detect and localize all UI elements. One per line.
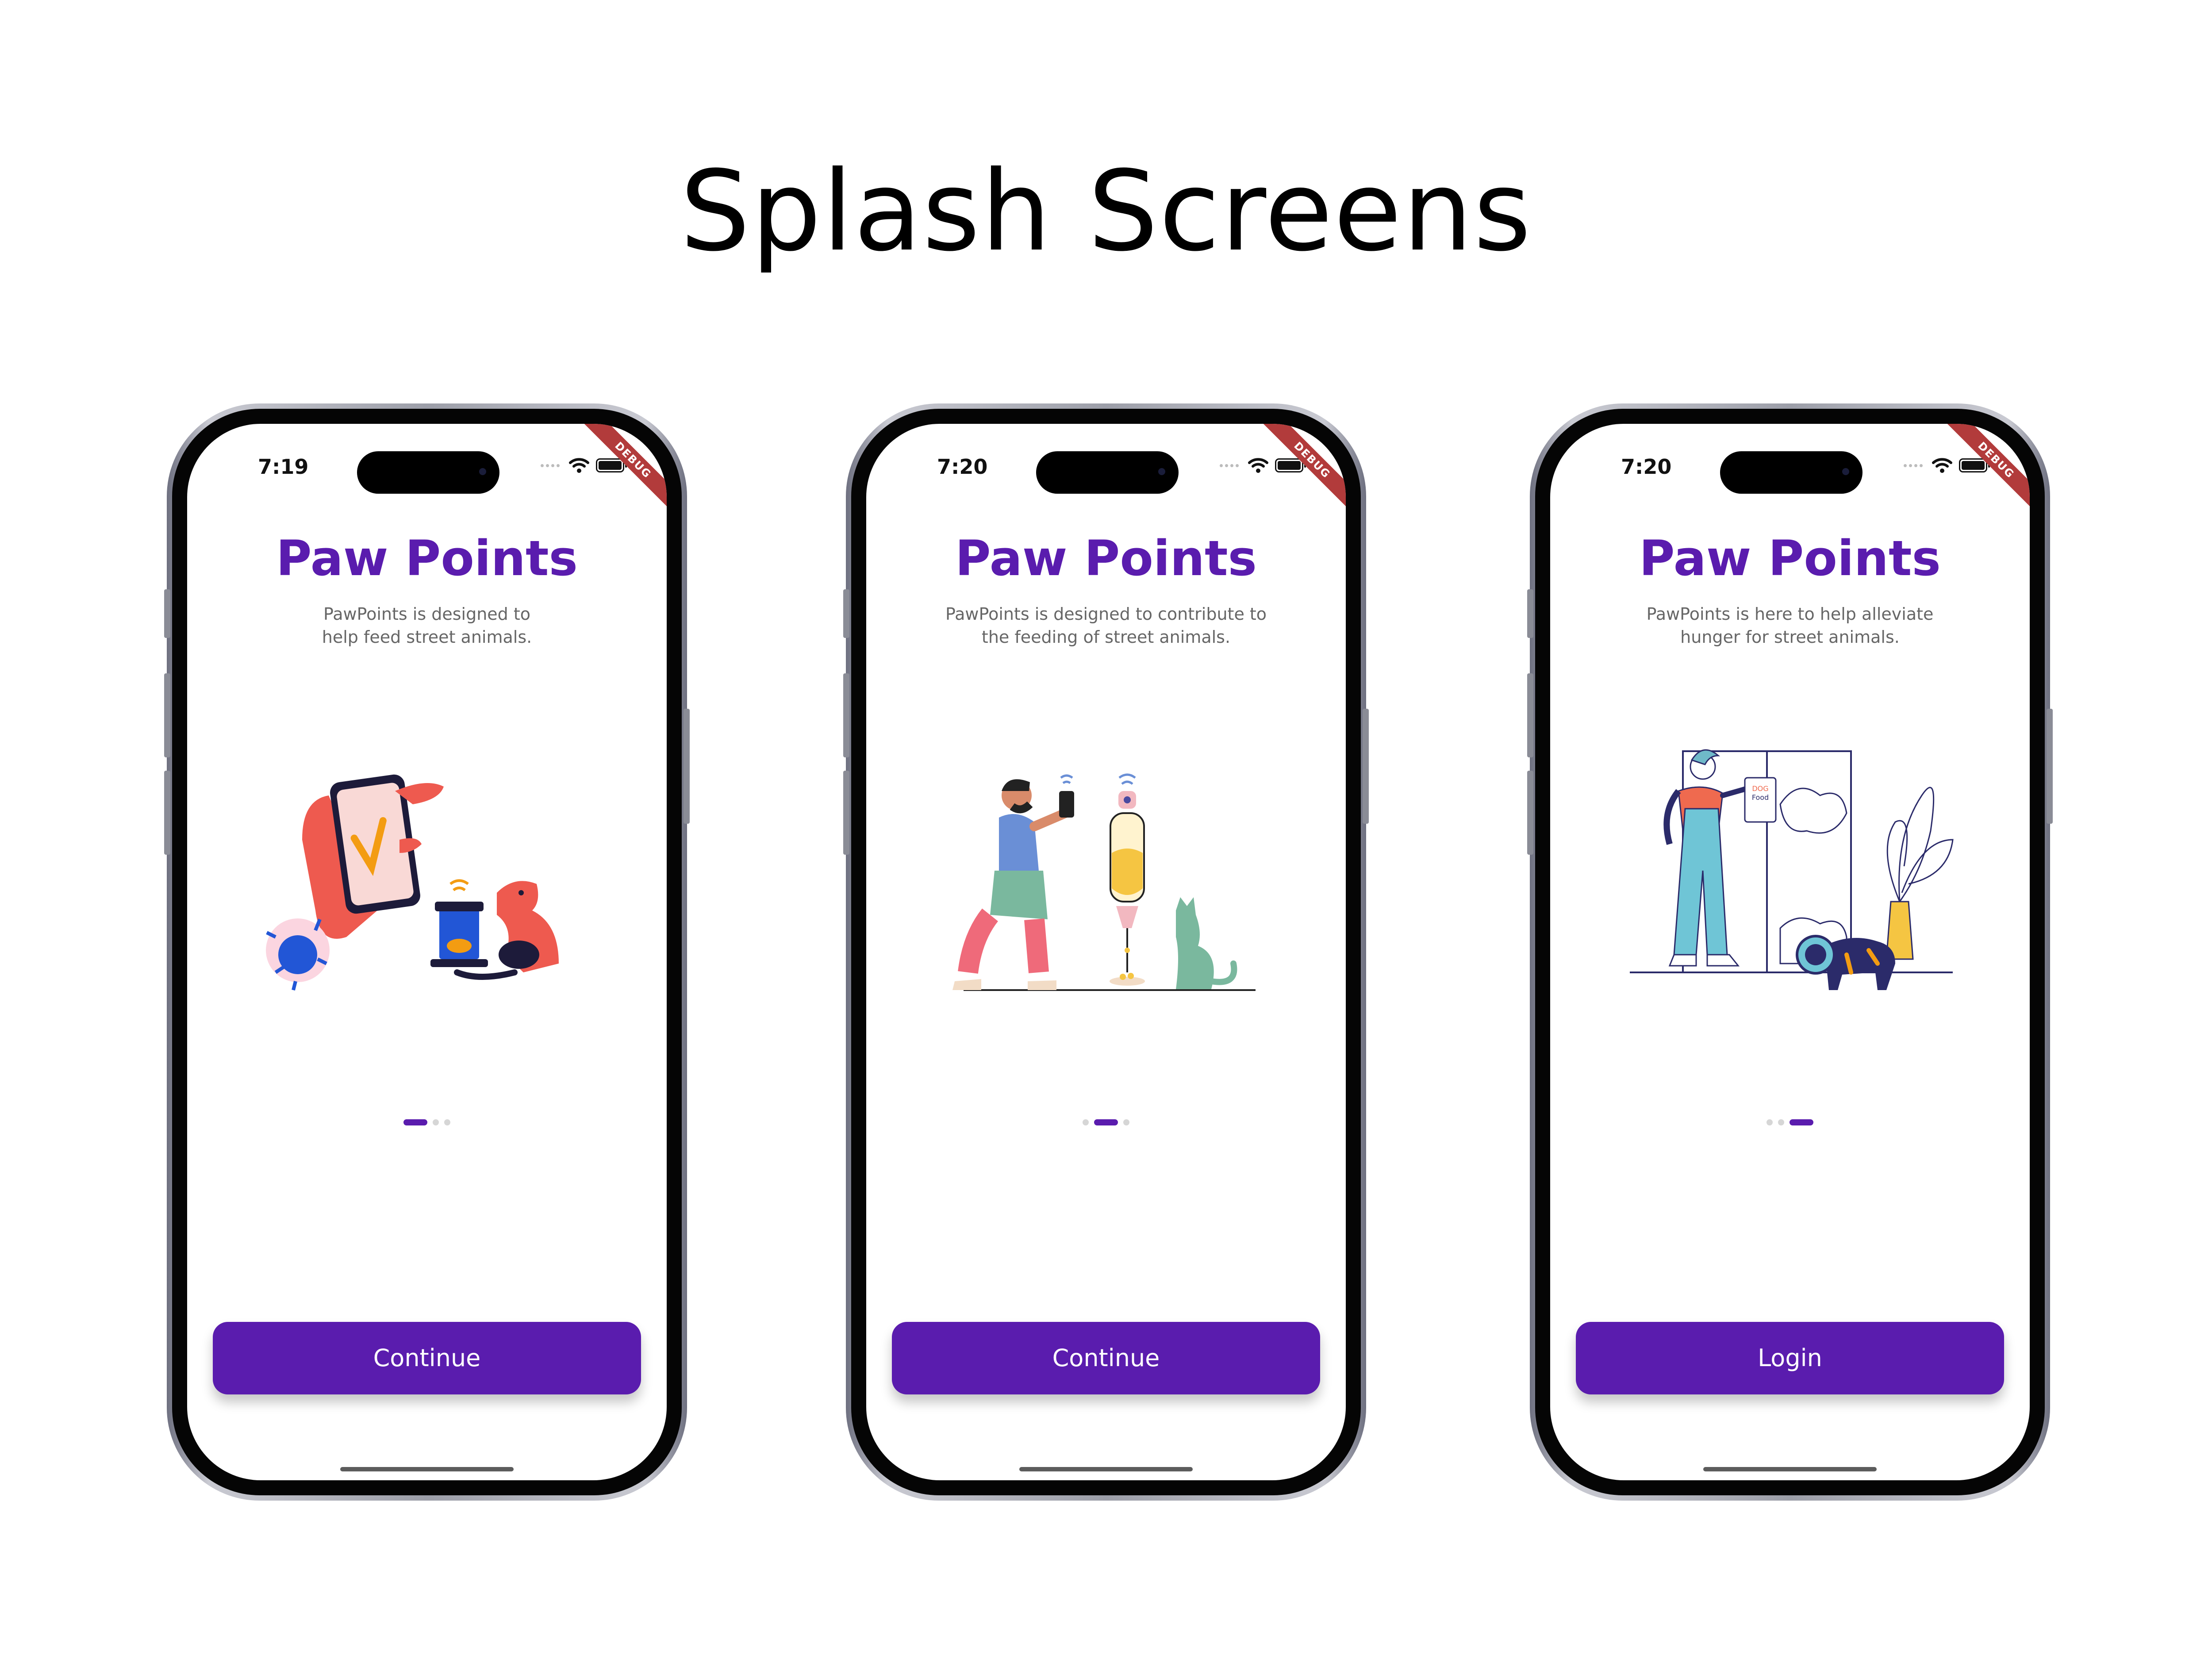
home-indicator[interactable] [340,1467,514,1471]
illustration-label-dog: DOG [1752,784,1768,793]
volume-up-button [164,673,170,757]
app-title: Paw Points [276,530,578,587]
page-indicator [866,1119,1346,1125]
battery-icon [596,458,627,472]
battery-icon [1275,458,1306,472]
wifi-icon [1932,458,1952,473]
app-subtitle: PawPoints is designed to help feed stree… [214,603,640,649]
page-dot [1094,1119,1118,1125]
continue-button[interactable]: Continue [892,1322,1320,1394]
app-subtitle: PawPoints is here to help alleviate hung… [1577,603,2003,649]
page-dot [433,1119,439,1125]
status-icons [1904,457,1990,473]
splash-screen-2: 7:20 DEBUG Paw Points PawPoints is desig… [866,424,1346,1480]
phone-mockup-1: 7:19 DEBUG Paw Points PawPoints is desig… [164,403,690,1501]
page-dot [444,1119,450,1125]
subtitle-line-2: help feed street animals. [322,627,532,647]
app-title: Paw Points [955,530,1257,587]
power-button [684,709,690,824]
app-title: Paw Points [1639,530,1941,587]
power-button [2047,709,2053,824]
volume-up-button [1527,673,1533,757]
dynamic-island [357,451,499,494]
phone-mockup-2: 7:20 DEBUG Paw Points PawPoints is desig… [843,403,1369,1501]
status-icons [541,457,627,473]
app-subtitle: PawPoints is designed to contribute to t… [893,603,1319,649]
page-title: Splash Screens [680,147,1532,276]
action-button [164,589,170,638]
splash-screen-1: 7:19 DEBUG Paw Points PawPoints is desig… [187,424,667,1480]
power-button [1363,709,1369,824]
signal-icon [1220,464,1239,467]
volume-down-button [164,771,170,855]
home-indicator[interactable] [1703,1467,1877,1471]
page-dot [1767,1119,1773,1125]
woman-dog-food-illustration: DOG Food [1630,749,1954,990]
page-dot [1083,1119,1089,1125]
page-indicator [187,1119,667,1125]
illustration-label-food: Food [1752,793,1769,802]
login-button[interactable]: Login [1576,1322,2004,1394]
hand-phone-dog-feeder-illustration [266,774,559,991]
volume-down-button [843,771,849,855]
page-indicator [1550,1119,2030,1125]
phone-mockup-3: 7:20 DEBUG Paw Points PawPoints is here … [1527,403,2053,1501]
page-dot [1790,1119,1813,1125]
volume-down-button [1527,771,1533,855]
status-time: 7:19 [258,455,309,479]
man-phone-cat-feeder-illustration [952,773,1256,991]
wifi-icon [1248,458,1268,473]
volume-up-button [843,673,849,757]
subtitle-line-1: PawPoints is designed to [323,604,531,624]
subtitle-line-1: PawPoints is designed to contribute to [945,604,1267,624]
dynamic-island [1720,451,1863,494]
signal-icon [1904,464,1923,467]
splash-screen-3: 7:20 DEBUG Paw Points PawPoints is here … [1550,424,2030,1480]
status-time: 7:20 [937,455,988,479]
status-time: 7:20 [1621,455,1672,479]
action-button [843,589,849,638]
subtitle-line-2: hunger for street animals. [1680,627,1900,647]
page-dot [1123,1119,1129,1125]
action-button [1527,589,1533,638]
wifi-icon [569,458,589,473]
dynamic-island [1036,451,1179,494]
signal-icon [541,464,560,467]
page-dot [403,1119,427,1125]
battery-icon [1959,458,1990,472]
status-icons [1220,457,1306,473]
continue-button[interactable]: Continue [213,1322,641,1394]
home-indicator[interactable] [1019,1467,1193,1471]
subtitle-line-1: PawPoints is here to help alleviate [1646,604,1934,624]
page-dot [1778,1119,1784,1125]
subtitle-line-2: the feeding of street animals. [981,627,1231,647]
